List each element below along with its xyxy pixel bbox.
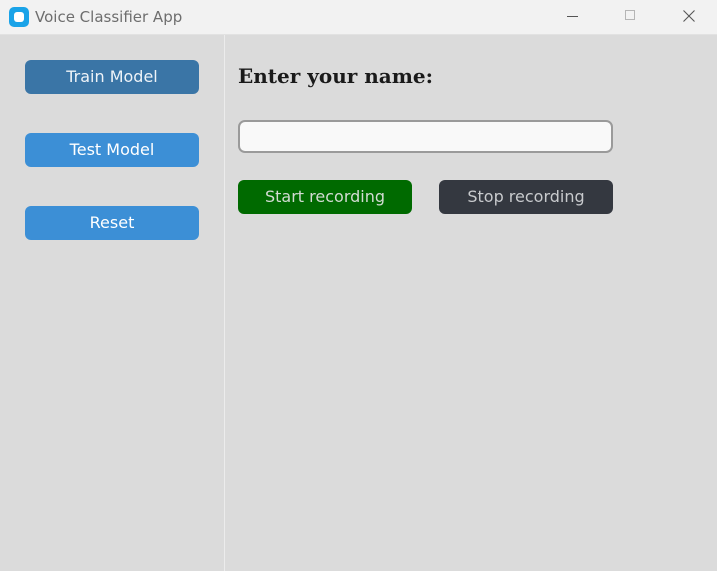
minimize-button[interactable] [543,0,601,34]
stop-recording-button[interactable]: Stop recording [439,180,613,214]
start-recording-button[interactable]: Start recording [238,180,412,214]
app-icon [9,7,29,27]
name-prompt-label: Enter your name: [238,64,434,88]
close-icon [683,10,695,22]
test-model-button[interactable]: Test Model [25,133,199,167]
reset-button[interactable]: Reset [25,206,199,240]
main-panel: Enter your name: Start recording Stop re… [225,35,717,571]
app-window: Voice Classifier App Train Model Test Mo… [0,0,717,571]
train-model-button[interactable]: Train Model [25,60,199,94]
sidebar: Train Model Test Model Reset [0,35,225,571]
maximize-button[interactable] [601,0,659,34]
close-button[interactable] [659,0,717,34]
name-input[interactable] [238,120,613,153]
title-bar: Voice Classifier App [0,0,717,35]
window-title: Voice Classifier App [35,8,183,26]
